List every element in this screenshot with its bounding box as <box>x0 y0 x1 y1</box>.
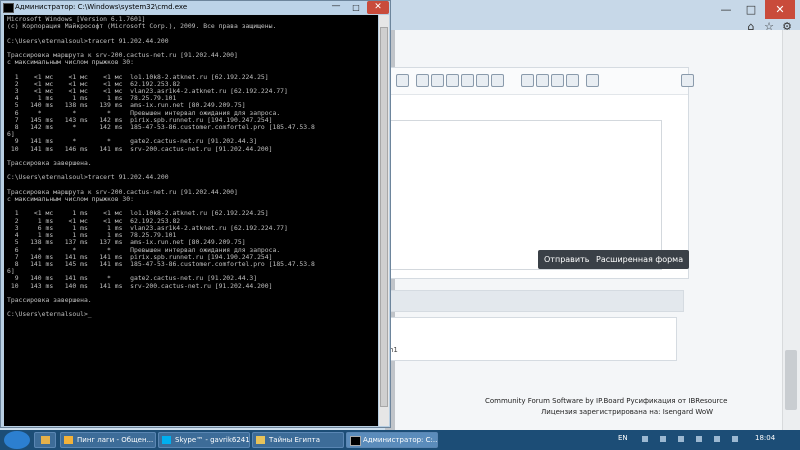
taskbar-app-label: Пинг лаги - Общен... <box>77 436 154 444</box>
console-line: C:\Users\eternalsoul>_ <box>7 310 92 319</box>
browser-titlebar: — □ ✕ ⌂ ☆ ⚙ <box>385 0 800 33</box>
taskbar-app-forum[interactable]: Пинг лаги - Общен... <box>60 432 156 448</box>
cmd-window: Администратор: C:\Windows\system32\cmd.e… <box>0 0 391 428</box>
console-line: C:\Users\eternalsoul>tracert 91.202.44.2… <box>7 36 169 45</box>
chrome-icon <box>64 436 73 444</box>
tray-flag-icon[interactable] <box>696 436 702 442</box>
align-right-icon[interactable] <box>461 74 474 87</box>
explorer-taskbar-icon[interactable] <box>34 432 56 448</box>
justify-icon[interactable] <box>476 74 489 87</box>
console-scrollbar-thumb[interactable] <box>380 27 388 407</box>
console-line: (c) Корпорация Майкрософт (Microsoft Cor… <box>7 22 277 31</box>
skype-icon <box>162 436 171 444</box>
footer-license: Лицензия зарегистрирована на: Isengard W… <box>541 408 714 416</box>
taskbar-app-label: Skype™ - gavrik624104 <box>175 436 250 444</box>
console-scrollbar[interactable] <box>379 15 389 426</box>
cmd-taskbar-icon <box>350 436 361 446</box>
source-toggle-icon[interactable] <box>681 74 694 87</box>
eraser-icon[interactable] <box>586 74 599 87</box>
editor-toolbar <box>391 68 694 95</box>
cmd-title: Администратор: C:\Windows\system32\cmd.e… <box>15 3 188 11</box>
browser-minimize-button[interactable]: — <box>715 0 737 19</box>
console-output[interactable]: Microsoft Windows [Version 6.1.7601] (c)… <box>4 15 378 426</box>
paste-icon[interactable] <box>551 74 564 87</box>
copy-icon[interactable] <box>536 74 549 87</box>
console-line: Трассировка завершена. <box>7 295 92 304</box>
advanced-form-button[interactable]: Расширенная форма <box>590 250 690 269</box>
align-left-icon[interactable] <box>431 74 444 87</box>
browser-window: — □ ✕ ⌂ ☆ ⚙ Отправить Расширенная форма … <box>385 0 800 430</box>
editor-text-area[interactable] <box>390 120 662 270</box>
game-icon <box>256 436 265 444</box>
taskbar-app-game[interactable]: Тайны Египта <box>252 432 344 448</box>
footer-copyright[interactable]: Community Forum Software by IP.Board Рус… <box>485 397 727 405</box>
browser-scrollbar-thumb[interactable] <box>785 350 797 410</box>
browser-scrollbar[interactable] <box>782 30 800 430</box>
tray-app-icon[interactable] <box>678 436 684 442</box>
cmd-app-icon[interactable] <box>3 3 14 13</box>
console-line: с максимальным числом прыжков 30: <box>7 195 134 204</box>
console-line: 8 142 ms * 142 ms 185-47-53-86.customer.… <box>7 123 315 132</box>
console-text: Microsoft Windows [Version 6.1.7601] (c)… <box>7 15 315 319</box>
maximize-icon[interactable]: □ <box>346 1 366 14</box>
tray-volume-icon[interactable] <box>732 436 738 442</box>
taskbar-app-cmd[interactable]: Администратор: C:... <box>346 432 438 448</box>
taskbar-app-label: Администратор: C:... <box>363 436 438 444</box>
tray-network-icon[interactable] <box>714 436 720 442</box>
tray-skype-icon[interactable] <box>660 436 666 442</box>
section-content: h1 <box>385 317 677 361</box>
console-line: 8 141 ms 145 ms 141 ms 185-47-53-86.cust… <box>7 259 315 268</box>
send-button[interactable]: Отправить <box>538 250 596 269</box>
paste-text-icon[interactable] <box>566 74 579 87</box>
console-line: 10 143 ms 140 ms 141 ms srv-200.cactus-n… <box>7 281 273 290</box>
console-line: 10 141 ms 146 ms 141 ms srv-200.cactus-n… <box>7 144 273 153</box>
cut-icon[interactable] <box>521 74 534 87</box>
text-color-icon[interactable] <box>416 74 429 87</box>
taskbar-app-label: Тайны Египта <box>269 436 321 444</box>
cmd-titlebar[interactable]: Администратор: C:\Windows\system32\cmd.e… <box>1 1 390 14</box>
attach-icon[interactable] <box>396 74 409 87</box>
taskbar-app-skype[interactable]: Skype™ - gavrik624104 <box>158 432 250 448</box>
tray-arrow-icon[interactable] <box>642 436 648 442</box>
section-header <box>385 290 684 312</box>
forum-page: Отправить Расширенная форма h1 Community… <box>385 30 800 430</box>
align-center-icon[interactable] <box>446 74 459 87</box>
taskbar: Пинг лаги - Общен... Skype™ - gavrik6241… <box>0 430 800 450</box>
indent-icon[interactable] <box>491 74 504 87</box>
language-indicator[interactable]: EN <box>618 434 628 442</box>
minimize-icon[interactable]: — <box>326 1 346 14</box>
console-line: C:\Users\eternalsoul>tracert 91.202.44.2… <box>7 173 169 182</box>
console-line: с максимальным числом прыжков 30: <box>7 58 134 67</box>
console-line: Трассировка завершена. <box>7 159 92 168</box>
start-button[interactable] <box>4 431 30 449</box>
close-icon[interactable]: ✕ <box>367 1 389 14</box>
clock[interactable]: 18:04 <box>755 434 775 442</box>
